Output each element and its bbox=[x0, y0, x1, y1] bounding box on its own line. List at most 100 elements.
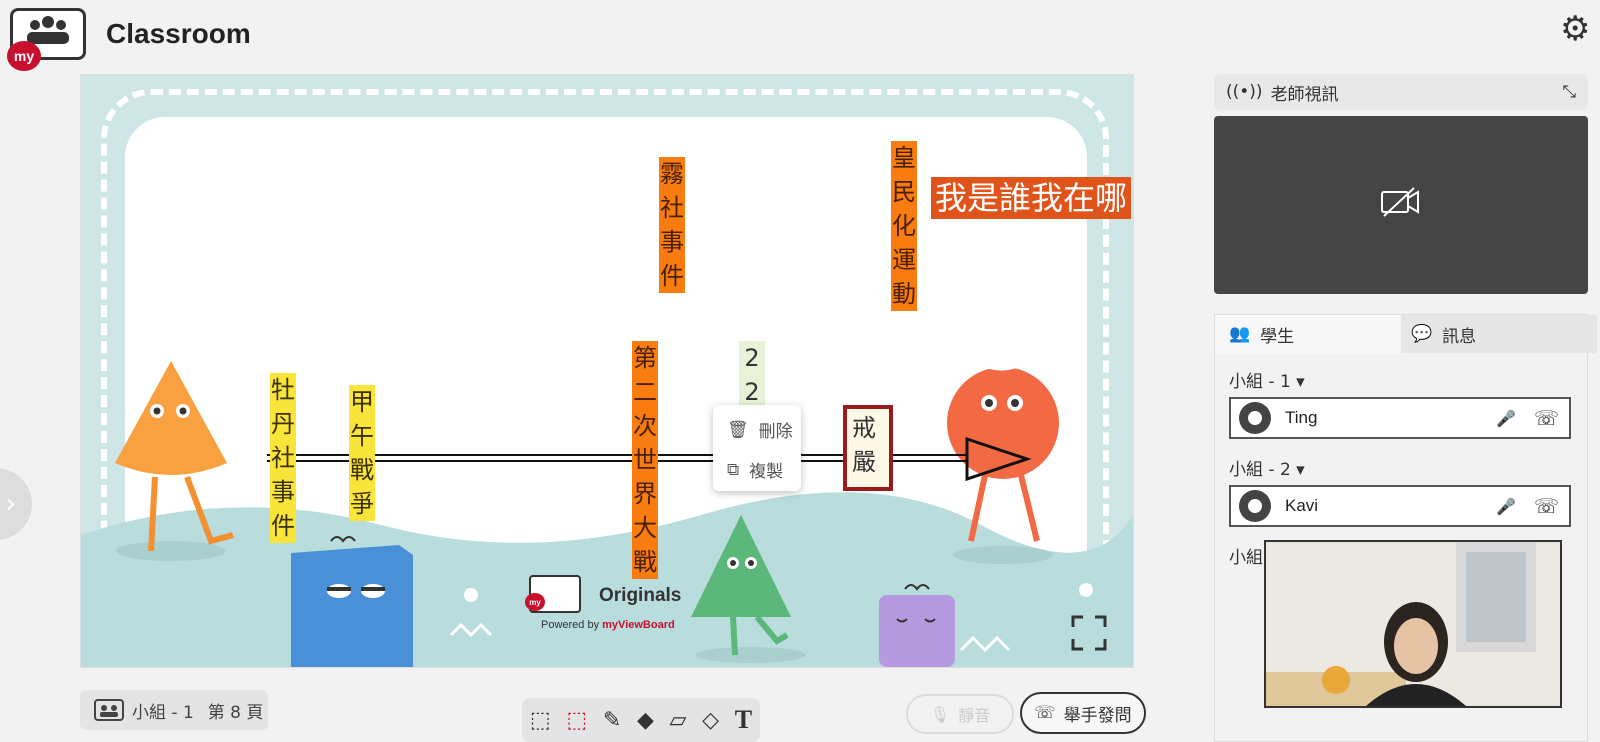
camera-off-icon bbox=[1381, 187, 1419, 217]
label-char: 2 bbox=[739, 375, 765, 409]
label-char: 件 bbox=[270, 509, 296, 543]
chat-icon: 💬 bbox=[1411, 324, 1433, 344]
current-page: 第 8 頁 bbox=[207, 702, 264, 723]
shape-icon[interactable]: ◇ bbox=[702, 708, 719, 733]
call-icon[interactable]: ☏ bbox=[1534, 406, 1559, 430]
label-char: 戰 bbox=[632, 545, 658, 579]
side-drawer-handle[interactable]: › bbox=[0, 468, 32, 540]
label-martial-law: 戒嚴 bbox=[851, 411, 877, 479]
caret-down-icon: ▾ bbox=[1296, 372, 1305, 392]
powered-prefix: Powered by bbox=[541, 619, 603, 631]
powered-by: Powered by myViewBoard bbox=[541, 619, 675, 631]
label-char: 界 bbox=[632, 477, 658, 511]
label-char: 第 bbox=[632, 341, 658, 375]
label-char: 霧 bbox=[659, 157, 685, 191]
group-page-indicator: 小組 - 1 第 8 頁 bbox=[80, 690, 268, 730]
teacher-video-title: 老師視訊 bbox=[1270, 84, 1339, 105]
label-martial-law-selected[interactable]: 戒嚴 bbox=[843, 405, 893, 491]
eraser-icon[interactable]: ◆ bbox=[637, 708, 654, 733]
whiteboard-canvas[interactable]: 霧社事件 皇民化運動 我是誰我在哪 牡丹社事件 甲午戰爭 第二次世界大戰 22八… bbox=[80, 74, 1134, 668]
students-icon: 👥 bbox=[1229, 324, 1251, 344]
drawing-toolbar: ⬚ ⬚ ✎ ◆ ▱ ◇ T bbox=[522, 698, 760, 742]
originals-logo: my bbox=[525, 575, 581, 613]
page-title: Classroom bbox=[106, 18, 251, 49]
label-char: 爭 bbox=[349, 487, 375, 521]
webcam-image bbox=[1266, 542, 1560, 706]
current-group: 小組 - 1 bbox=[132, 702, 194, 723]
logo-badge: my bbox=[7, 41, 41, 71]
tab-students[interactable]: 👥 學生 bbox=[1215, 315, 1409, 353]
gear-icon[interactable]: ⚙ bbox=[1560, 12, 1594, 46]
group-icon bbox=[94, 699, 124, 721]
tab-messages[interactable]: 💬 訊息 bbox=[1401, 315, 1597, 353]
avatar bbox=[1239, 490, 1271, 522]
label-sino-japanese-war[interactable]: 甲午戰爭 bbox=[349, 385, 375, 521]
group-3-label[interactable]: 小組 bbox=[1229, 543, 1263, 568]
group-1-label[interactable]: 小組 - 1 ▾ bbox=[1229, 367, 1305, 392]
teacher-video bbox=[1214, 116, 1588, 294]
context-copy-label: 複製 bbox=[749, 462, 784, 482]
group-2-label[interactable]: 小組 - 2 ▾ bbox=[1229, 455, 1305, 480]
label-char: 運 bbox=[891, 243, 917, 277]
chevron-right-icon: › bbox=[5, 489, 17, 519]
label-char: 社 bbox=[659, 191, 685, 225]
originals-label: Originals bbox=[599, 585, 682, 606]
context-menu: 🗑 刪除 ⧉ 複製 bbox=[713, 405, 801, 491]
group-1-name: 小組 - 1 bbox=[1229, 372, 1291, 392]
label-char: 戒 bbox=[852, 414, 876, 442]
label-char: 午 bbox=[349, 419, 375, 453]
label-char: 事 bbox=[659, 225, 685, 259]
label-char: 事 bbox=[270, 475, 296, 509]
context-copy[interactable]: ⧉ 複製 bbox=[727, 457, 784, 483]
box-icon[interactable]: ⬚ bbox=[530, 708, 551, 733]
label-char: 2 bbox=[739, 341, 765, 375]
mute-label: 靜音 bbox=[958, 706, 991, 725]
orange-cone-character bbox=[115, 361, 234, 561]
text-icon[interactable]: T bbox=[735, 705, 752, 735]
student-name: Kavi bbox=[1285, 496, 1319, 515]
select-icon[interactable]: ⬚ bbox=[566, 708, 587, 733]
context-delete-label: 刪除 bbox=[758, 422, 793, 442]
group-2-name: 小組 - 2 bbox=[1229, 460, 1291, 480]
avatar bbox=[1239, 402, 1271, 434]
label-char: 丹 bbox=[270, 407, 296, 441]
self-webcam-overlay bbox=[1264, 540, 1562, 708]
mic-off-icon: 🎙 bbox=[929, 704, 951, 724]
raise-hand-button[interactable]: ☏ 舉手發問 bbox=[1020, 692, 1146, 734]
banner-text[interactable]: 我是誰我在哪 bbox=[931, 177, 1132, 219]
blue-cube-character bbox=[291, 536, 413, 667]
copy-icon: ⧉ bbox=[727, 459, 740, 480]
label-char: 皇 bbox=[891, 141, 917, 175]
teacher-video-header: ((•)) 老師視訊 ⤡ bbox=[1214, 74, 1588, 110]
trash-icon: 🗑 bbox=[727, 419, 749, 440]
sticky-note-icon[interactable]: ▱ bbox=[670, 708, 687, 733]
context-delete[interactable]: 🗑 刪除 bbox=[727, 417, 793, 443]
label-char: 大 bbox=[632, 511, 658, 545]
green-pyramid-character bbox=[691, 515, 806, 663]
broadcast-icon: ((•)) bbox=[1226, 82, 1263, 102]
label-char: 動 bbox=[891, 277, 917, 311]
label-kominka-movement[interactable]: 皇民化運動 bbox=[891, 141, 917, 311]
label-char: 牡 bbox=[270, 373, 296, 407]
label-mudan-incident[interactable]: 牡丹社事件 bbox=[270, 373, 296, 543]
call-icon[interactable]: ☏ bbox=[1534, 494, 1559, 518]
label-char: 社 bbox=[270, 441, 296, 475]
student-name: Ting bbox=[1285, 408, 1318, 427]
purple-cylinder-character bbox=[879, 584, 955, 667]
minimize-icon[interactable]: ⤡ bbox=[1562, 82, 1576, 102]
label-musha-incident[interactable]: 霧社事件 bbox=[659, 157, 685, 293]
label-char: 二 bbox=[632, 375, 658, 409]
app-logo: my bbox=[7, 8, 86, 71]
label-char: 件 bbox=[659, 259, 685, 293]
fullscreen-icon[interactable] bbox=[1071, 615, 1107, 651]
label-char: 次 bbox=[632, 409, 658, 443]
student-row[interactable]: Kavi 🎤 ☏ bbox=[1229, 485, 1571, 527]
mic-icon[interactable]: 🎤 bbox=[1496, 409, 1516, 428]
mute-button[interactable]: 🎙 靜音 bbox=[906, 694, 1014, 734]
pen-icon[interactable]: ✎ bbox=[603, 708, 621, 733]
label-world-war-ii[interactable]: 第二次世界大戰 bbox=[632, 341, 658, 579]
label-char: 甲 bbox=[349, 385, 375, 419]
student-row[interactable]: Ting 🎤 ☏ bbox=[1229, 397, 1571, 439]
mic-icon[interactable]: 🎤 bbox=[1496, 497, 1516, 516]
tab-students-label: 學生 bbox=[1260, 326, 1295, 347]
